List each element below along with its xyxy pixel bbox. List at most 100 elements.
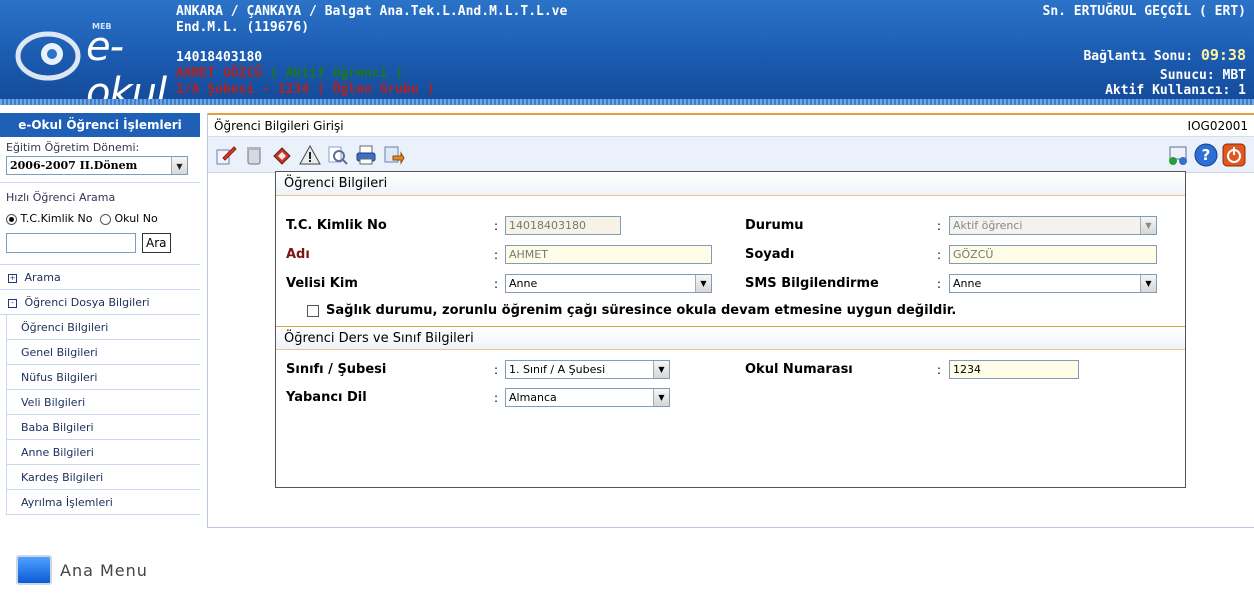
durum-label: Durumu <box>745 218 804 233</box>
chevron-down-icon[interactable]: ▼ <box>1140 275 1156 292</box>
veli-label: Velisi Kim <box>286 276 358 291</box>
warning-icon[interactable] <box>298 143 322 167</box>
colon: : <box>494 219 499 233</box>
sidebar-title: e-Okul Öğrenci İşlemleri <box>0 113 200 137</box>
collapse-icon: - <box>8 298 17 308</box>
server-info: Sunucu: MBT <box>1159 68 1246 83</box>
session-end-label: Bağlantı Sonu: <box>1083 49 1194 64</box>
chevron-down-icon[interactable]: ▼ <box>653 389 669 406</box>
sidebar: e-Okul Öğrenci İşlemleri Eğitim Öğretim … <box>0 113 200 515</box>
colon: : <box>937 277 942 291</box>
colon: : <box>937 363 942 377</box>
page-title: Öğrenci Bilgileri Girişi <box>214 118 344 133</box>
colon: : <box>937 219 942 233</box>
chevron-down-icon[interactable]: ▼ <box>653 361 669 378</box>
sinif-value: 1. Sınıf / A Şubesi <box>509 363 606 376</box>
chevron-down-icon[interactable]: ▼ <box>171 157 187 174</box>
adi-label: Adı <box>286 247 310 262</box>
eraser-icon[interactable] <box>270 143 294 167</box>
radio-okul-no[interactable] <box>100 213 112 225</box>
sidebar-item-baba-bilgileri[interactable]: Baba Bilgileri <box>6 415 200 440</box>
quick-search-section: Hızlı Öğrenci Arama T.C.Kimlik No Okul N… <box>0 183 200 265</box>
header-student-name: AHMET GÖZCÜ <box>176 66 263 81</box>
adi-input[interactable]: AHMET <box>505 245 712 264</box>
durum-select[interactable]: Aktif öğrenci ▼ <box>949 216 1157 235</box>
radio-tc-label: T.C.Kimlik No <box>20 212 93 225</box>
sms-select[interactable]: Anne ▼ <box>949 274 1157 293</box>
main-panel: Öğrenci Bilgileri Girişi IOG02001 ? Öğre… <box>207 113 1254 528</box>
sidebar-item-anne-bilgileri[interactable]: Anne Bilgileri <box>6 440 200 465</box>
main-menu-label: Ana Menu <box>60 560 148 580</box>
header-user: Sn. ERTUĞRUL GEÇGİL ( ERT) <box>1042 4 1247 19</box>
logo-swoosh-icon <box>15 31 81 81</box>
app-header: MEB e-okul ANKARA / ÇANKAYA / Balgat Ana… <box>0 0 1254 116</box>
saglik-checkbox[interactable] <box>307 305 319 317</box>
veli-value: Anne <box>509 277 538 290</box>
quick-search-input[interactable] <box>6 233 136 253</box>
e-okul-logo: MEB e-okul <box>8 10 178 116</box>
dil-label: Yabancı Dil <box>286 390 367 405</box>
search-icon[interactable] <box>326 143 350 167</box>
active-users: Aktif Kullanıcı: 1 <box>1105 83 1246 98</box>
search-button[interactable]: Ara <box>142 233 171 253</box>
student-info-card: Öğrenci Bilgileri T.C. Kimlik No : 14018… <box>275 171 1186 488</box>
sidebar-item-veli-bilgileri[interactable]: Veli Bilgileri <box>6 390 200 415</box>
sms-value: Anne <box>953 277 982 290</box>
quick-search-row: Ara <box>6 233 194 253</box>
sidebar-group-label: Öğrenci Dosya Bilgileri <box>24 296 150 309</box>
delete-icon[interactable] <box>242 143 266 167</box>
session-end: Bağlantı Sonu: 09:38 <box>1083 46 1246 64</box>
sidebar-item-ayrilma-islemleri[interactable]: Ayrılma İşlemleri <box>6 490 200 515</box>
search-type-radios: T.C.Kimlik No Okul No <box>6 212 194 225</box>
soyadi-input[interactable]: GÖZCÜ <box>949 245 1157 264</box>
header-class-line: 1/A Şubesi - 1234 ( Öğlen Grubu ) <box>176 82 435 97</box>
tc-label: T.C. Kimlik No <box>286 218 387 233</box>
radio-okul-label: Okul No <box>114 212 158 225</box>
chevron-down-icon[interactable]: ▼ <box>1140 217 1156 234</box>
sidebar-item-genel-bilgileri[interactable]: Genel Bilgileri <box>6 340 200 365</box>
network-icon[interactable] <box>1166 143 1190 167</box>
okulno-input[interactable]: 1234 <box>949 360 1079 379</box>
colon: : <box>937 248 942 262</box>
sidebar-item-nufus-bilgileri[interactable]: Nüfus Bilgileri <box>6 365 200 390</box>
section-ogrenci-bilgileri: Öğrenci Bilgileri <box>276 172 1185 196</box>
colon: : <box>494 248 499 262</box>
chevron-down-icon[interactable]: ▼ <box>695 275 711 292</box>
print-icon[interactable] <box>354 143 378 167</box>
sidebar-group-ogrenci-dosya[interactable]: - Öğrenci Dosya Bilgileri <box>0 290 200 315</box>
sinif-select[interactable]: 1. Sınıf / A Şubesi ▼ <box>505 360 670 379</box>
school-name-line1: ANKARA / ÇANKAYA / Balgat Ana.Tek.L.And.… <box>176 4 568 19</box>
header-student: AHMET GÖZCÜ ( Aktif öğrenci ) <box>176 66 403 81</box>
exit-icon[interactable] <box>1222 143 1246 167</box>
export-icon[interactable] <box>382 143 406 167</box>
dil-select[interactable]: Almanca ▼ <box>505 388 670 407</box>
toolbar: ? <box>208 137 1254 173</box>
session-end-time: 09:38 <box>1200 46 1246 64</box>
sinif-label: Sınıfı / Şubesi <box>286 362 387 377</box>
toolbar-right: ? <box>1166 143 1250 167</box>
radio-tc-kimlik[interactable] <box>6 213 17 225</box>
tc-input[interactable]: 14018403180 <box>505 216 621 235</box>
period-select[interactable]: 2006-2007 II.Dönem ▼ <box>6 156 188 175</box>
help-icon[interactable]: ? <box>1194 143 1218 167</box>
period-label: Eğitim Öğretim Dönemi: <box>6 141 140 154</box>
section-ders-sinif: Öğrenci Ders ve Sınıf Bilgileri <box>276 326 1185 350</box>
quick-search-label: Hızlı Öğrenci Arama <box>6 191 116 204</box>
veli-select[interactable]: Anne ▼ <box>505 274 712 293</box>
sidebar-item-kardes-bilgileri[interactable]: Kardeş Bilgileri <box>6 465 200 490</box>
sidebar-group-label: Arama <box>24 271 61 284</box>
soyadi-label: Soyadı <box>745 247 795 262</box>
period-select-value: 2006-2007 II.Dönem <box>10 159 138 172</box>
header-student-status: ( Aktif öğrenci ) <box>269 66 403 81</box>
dil-value: Almanca <box>509 391 557 404</box>
main-menu-link[interactable]: Ana Menu <box>16 555 148 585</box>
okulno-label: Okul Numarası <box>745 362 853 377</box>
school-name-line2: End.M.L. (119676) <box>176 20 310 35</box>
sidebar-group-arama[interactable]: + Arama <box>0 265 200 290</box>
edit-icon[interactable] <box>214 143 238 167</box>
expand-icon: + <box>8 273 17 283</box>
colon: : <box>494 277 499 291</box>
sidebar-item-ogrenci-bilgileri[interactable]: Öğrenci Bilgileri <box>6 315 200 340</box>
page-code: IOG02001 <box>1187 118 1248 133</box>
header-tc-no: 14018403180 <box>176 50 263 65</box>
